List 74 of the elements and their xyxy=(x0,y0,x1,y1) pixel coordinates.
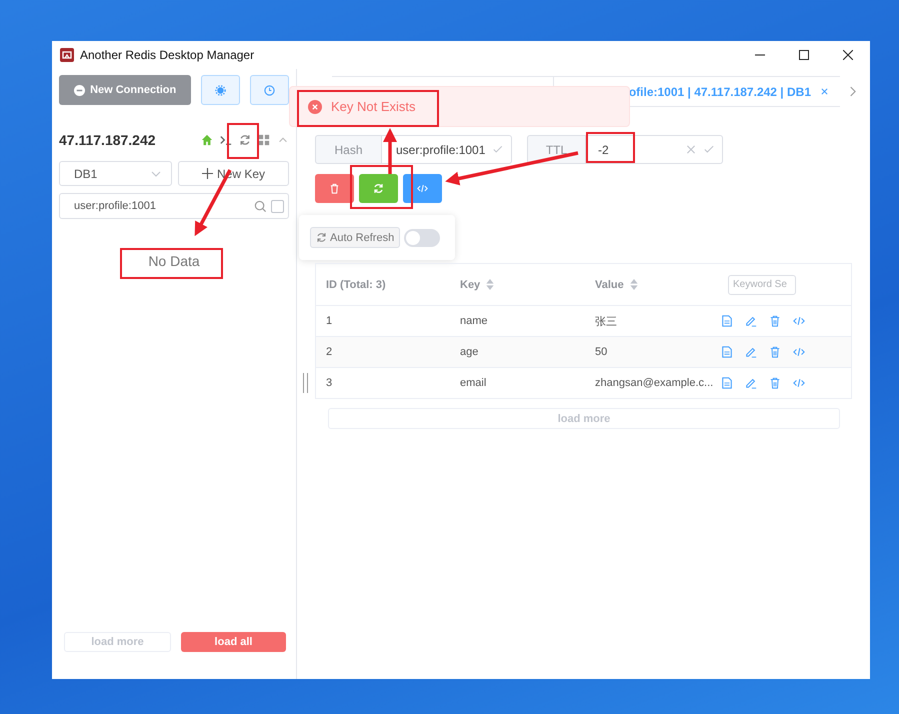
sort-icon[interactable] xyxy=(630,279,638,290)
table-cell: 1 xyxy=(326,315,332,327)
toast-message: Key Not Exists xyxy=(331,99,416,114)
plus-icon xyxy=(202,168,213,179)
new-connection-button[interactable]: New Connection xyxy=(59,75,192,105)
terminal-icon[interactable] xyxy=(220,134,232,146)
clear-icon[interactable] xyxy=(686,145,696,154)
document-icon[interactable] xyxy=(721,346,733,358)
sort-icon[interactable] xyxy=(486,279,494,290)
check-icon[interactable] xyxy=(493,145,503,154)
error-icon xyxy=(308,100,322,114)
edit-icon[interactable] xyxy=(745,377,757,389)
table-cell: 3 xyxy=(326,377,332,389)
chevron-right-icon[interactable] xyxy=(849,86,856,97)
checkbox[interactable] xyxy=(271,200,284,212)
edit-icon[interactable] xyxy=(745,315,757,327)
refresh-icon xyxy=(373,183,384,194)
document-icon[interactable] xyxy=(721,315,733,327)
drag-handle-icon[interactable] xyxy=(303,373,308,393)
empty-text: No Data xyxy=(148,253,200,269)
table-cell: age xyxy=(460,346,478,358)
search-field[interactable]: user:profile:1001 xyxy=(59,193,289,219)
auto-refresh-button[interactable]: Auto Refresh xyxy=(310,227,400,248)
db-select[interactable]: DB1 xyxy=(59,161,172,186)
code-icon xyxy=(417,183,428,194)
highlight-box xyxy=(586,132,635,163)
table-cell: 2 xyxy=(326,346,332,358)
grid-icon[interactable] xyxy=(258,134,270,146)
refresh-icon xyxy=(316,232,327,243)
delete-button[interactable] xyxy=(315,174,354,203)
code-icon[interactable] xyxy=(793,315,805,327)
refresh-icon[interactable] xyxy=(239,134,251,146)
gear-icon xyxy=(215,84,226,96)
column-header: ID (Total: 3) xyxy=(326,278,386,290)
table-cell-text: 张三 xyxy=(595,314,617,328)
key-name-field[interactable]: user:profile:1001 xyxy=(382,135,512,164)
search-icon[interactable] xyxy=(254,200,267,212)
highlight-box xyxy=(350,165,413,209)
maximize-icon[interactable] xyxy=(799,50,809,60)
highlight-box xyxy=(227,123,259,159)
minus-circle-icon xyxy=(74,84,86,96)
table-cell: email xyxy=(460,377,486,389)
refresh-button[interactable] xyxy=(359,174,398,203)
document-icon[interactable] xyxy=(721,377,733,389)
caret-icon xyxy=(151,170,161,176)
connection-host: 47.117.187.242 xyxy=(59,132,156,148)
load-all-button[interactable]: load all xyxy=(181,632,286,652)
code-icon[interactable] xyxy=(793,346,805,358)
app-logo-icon xyxy=(60,48,74,62)
table-cell: 50 xyxy=(595,346,608,358)
code-button[interactable] xyxy=(403,174,442,203)
window-title: Another Redis Desktop Manager xyxy=(80,48,254,62)
check-icon[interactable] xyxy=(704,145,714,154)
delete-icon[interactable] xyxy=(769,377,781,389)
ttl-label: TTL xyxy=(527,135,586,164)
settings-button[interactable] xyxy=(201,75,240,105)
column-header: Key xyxy=(460,278,480,290)
delete-icon[interactable] xyxy=(769,315,781,327)
table-cell: name xyxy=(460,315,488,327)
column-header: Value xyxy=(595,278,624,290)
history-button[interactable] xyxy=(250,75,290,105)
trash-icon xyxy=(329,183,340,194)
code-icon[interactable] xyxy=(793,377,805,389)
close-tab-icon[interactable] xyxy=(821,88,828,95)
ttl-field[interactable]: -2 xyxy=(586,135,723,164)
table-cell: zhangsan@example.c... xyxy=(595,377,714,389)
delete-icon[interactable] xyxy=(769,346,781,358)
key-type-label: Hash xyxy=(315,135,382,164)
auto-refresh-switch[interactable] xyxy=(404,228,440,246)
keyword-search-field[interactable]: Keyword Se xyxy=(728,274,796,294)
home-icon[interactable] xyxy=(201,134,213,146)
edit-icon[interactable] xyxy=(745,346,757,358)
close-icon[interactable] xyxy=(843,50,853,60)
clock-icon xyxy=(264,84,276,96)
